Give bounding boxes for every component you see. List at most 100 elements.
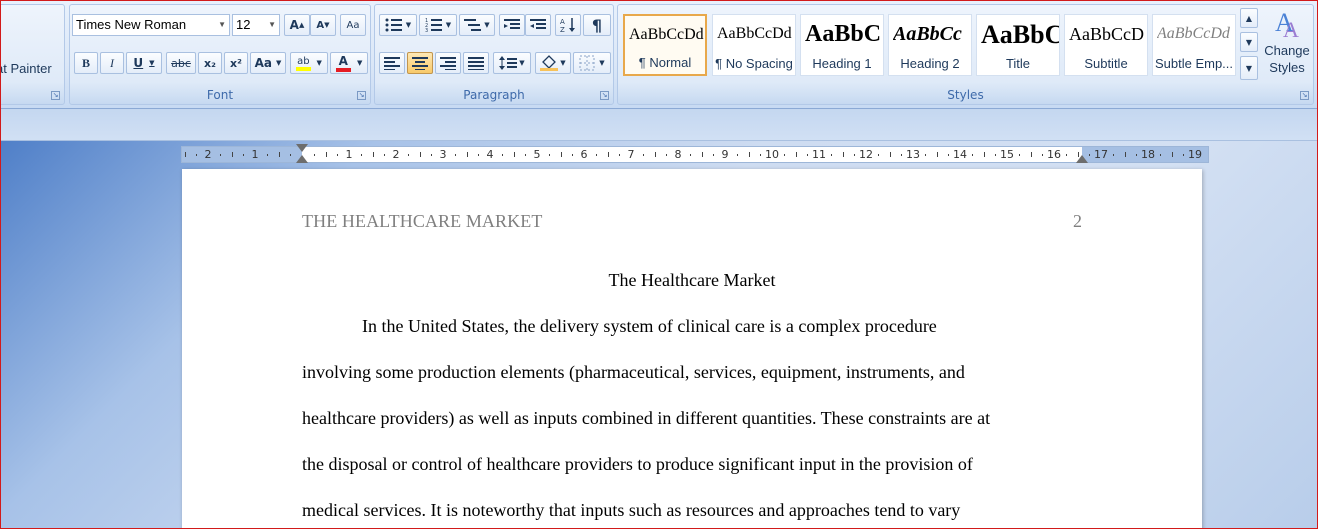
strikethrough-button[interactable]: abc — [166, 52, 196, 74]
align-right-button[interactable] — [435, 52, 461, 74]
shrink-font-button[interactable]: A ▼ — [310, 14, 336, 36]
font-name-combo[interactable]: Times New Roman ▼ — [72, 14, 230, 36]
clear-formatting-button[interactable]: Aa — [340, 14, 366, 36]
style-subtle-emphasis[interactable]: AaBbCcDd Subtle Emp... — [1152, 14, 1236, 76]
show-formatting-button[interactable]: ¶ — [583, 14, 611, 36]
ruler-tick-mark — [748, 152, 750, 157]
sort-button[interactable]: AZ — [555, 14, 581, 36]
style-title[interactable]: AaBbC Title — [976, 14, 1060, 76]
ruler-tick-mark — [595, 154, 597, 156]
align-center-icon — [412, 57, 428, 70]
change-styles-button[interactable]: A A Change Styles — [1260, 8, 1314, 89]
ruler-tick-mark — [901, 154, 903, 156]
ruler-tick-mark — [560, 152, 562, 157]
style-normal[interactable]: AaBbCcDd ¶ Normal — [623, 14, 707, 76]
borders-icon — [579, 55, 595, 71]
ruler-tick-mark — [243, 154, 245, 156]
ruler-tick-mark — [936, 152, 938, 157]
ruler-tick-label: 1 — [345, 148, 353, 161]
styles-launcher-icon[interactable]: ↘ — [1300, 91, 1309, 100]
chevron-down-icon[interactable]: ▼ — [218, 15, 226, 35]
ruler-tick-mark — [1030, 152, 1032, 157]
ruler-tick-mark — [995, 154, 997, 156]
styles-more-button[interactable]: ▼ — [1240, 56, 1258, 80]
ruler-tick-mark — [1124, 152, 1126, 157]
underline-button[interactable]: U ▼ — [126, 52, 162, 74]
ruler-tick-label: 18 — [1141, 148, 1155, 161]
style-no-spacing[interactable]: AaBbCcDd ¶ No Spacing — [712, 14, 796, 76]
style-subtitle[interactable]: AaBbCcD Subtitle — [1064, 14, 1148, 76]
bold-button[interactable]: B — [74, 52, 98, 74]
ruler-tick-label: 2 — [204, 148, 212, 161]
align-center-button[interactable] — [407, 52, 433, 74]
ruler-tick-mark — [278, 152, 280, 157]
first-line-indent-marker[interactable] — [296, 144, 308, 152]
subscript-button[interactable]: x₂ — [198, 52, 222, 74]
ruler-tick-mark — [572, 154, 574, 156]
ruler-tick-label: 6 — [580, 148, 588, 161]
justify-button[interactable] — [463, 52, 489, 74]
line-spacing-icon — [499, 56, 518, 70]
paragraph-launcher-icon[interactable]: ↘ — [600, 91, 609, 100]
ruler-tick-mark — [219, 154, 221, 156]
ruler-tick-mark — [431, 154, 433, 156]
font-name-value: Times New Roman — [76, 17, 187, 32]
eraser-icon: Aa — [346, 19, 360, 31]
line-spacing-button[interactable]: ▼ — [493, 52, 531, 74]
italic-button[interactable]: I — [100, 52, 124, 74]
multilevel-list-button[interactable]: ▼ — [459, 14, 495, 36]
increase-indent-icon — [530, 19, 546, 29]
ruler-tick-mark — [1042, 154, 1044, 156]
page-number: 2 — [1073, 211, 1082, 231]
style-sample: AaBbCcDd — [629, 26, 704, 43]
ruler-tick-mark — [877, 154, 879, 156]
ruler-tick-mark — [713, 154, 715, 156]
font-color-icon: A — [335, 54, 351, 72]
ruler-tick-mark — [1089, 154, 1091, 156]
paragraph-line: the disposal or control of healthcare pr… — [302, 454, 973, 474]
styles-scroll-up-button[interactable]: ▲ — [1240, 8, 1258, 28]
document-page[interactable]: THE HEALTHCARE MARKET 2 The Healthcare M… — [182, 169, 1202, 528]
ruler-tick-mark — [290, 154, 292, 156]
hanging-indent-marker[interactable] — [296, 155, 308, 163]
clipboard-launcher-icon[interactable]: ↘ — [51, 91, 60, 100]
horizontal-ruler[interactable]: 2 1 1 2 3 4 5 6 7 8 9 10 11 12 13 14 15 16 17 18 19 — [181, 144, 1209, 163]
ruler-tick-label: 19 — [1188, 148, 1202, 161]
borders-button[interactable]: ▼ — [573, 52, 611, 74]
ruler-tick-mark — [1065, 154, 1067, 156]
numbering-button[interactable]: 123 ▼ — [419, 14, 457, 36]
highlight-button[interactable]: ab ▼ — [290, 52, 328, 74]
style-heading-1[interactable]: AaBbC Heading 1 — [800, 14, 884, 76]
align-left-button[interactable] — [379, 52, 405, 74]
ruler-tick-mark — [407, 154, 409, 156]
bullets-button[interactable]: ▼ — [379, 14, 417, 36]
ruler-tick-mark — [548, 154, 550, 156]
svg-text:3: 3 — [425, 28, 428, 32]
font-launcher-icon[interactable]: ↘ — [357, 91, 366, 100]
underline-icon: U — [133, 56, 144, 70]
ruler-tick-mark — [184, 152, 186, 157]
ruler-tick-mark — [196, 154, 198, 156]
ruler-tick-mark — [1136, 154, 1138, 156]
grow-font-button[interactable]: A ▲ — [284, 14, 310, 36]
style-heading-2[interactable]: AaBbCc Heading 2 — [888, 14, 972, 76]
format-painter-button[interactable]: at Painter — [1, 61, 52, 76]
ruler-tick-label: 17 — [1094, 148, 1108, 161]
ruler-tick-mark — [454, 154, 456, 156]
chevron-down-icon[interactable]: ▼ — [268, 15, 276, 35]
ruler-tick-label: 11 — [812, 148, 826, 161]
increase-indent-button[interactable] — [525, 14, 551, 36]
font-group-label: Font — [206, 88, 234, 102]
styles-scroll-down-button[interactable]: ▼ — [1240, 32, 1258, 52]
shading-button[interactable]: ▼ — [535, 52, 571, 74]
style-sample: AaBbCcD — [1069, 24, 1144, 44]
style-name: Subtle Emp... — [1154, 56, 1234, 71]
decrease-indent-button[interactable] — [499, 14, 525, 36]
change-case-button[interactable]: Aa ▼ — [250, 52, 286, 74]
ruler-tick-label: 1 — [251, 148, 259, 161]
style-name: Heading 1 — [812, 56, 872, 71]
superscript-button[interactable]: x² — [224, 52, 248, 74]
font-color-button[interactable]: A ▼ — [330, 52, 368, 74]
font-size-combo[interactable]: 12 ▼ — [232, 14, 280, 36]
ruler-tick-mark — [654, 152, 656, 157]
